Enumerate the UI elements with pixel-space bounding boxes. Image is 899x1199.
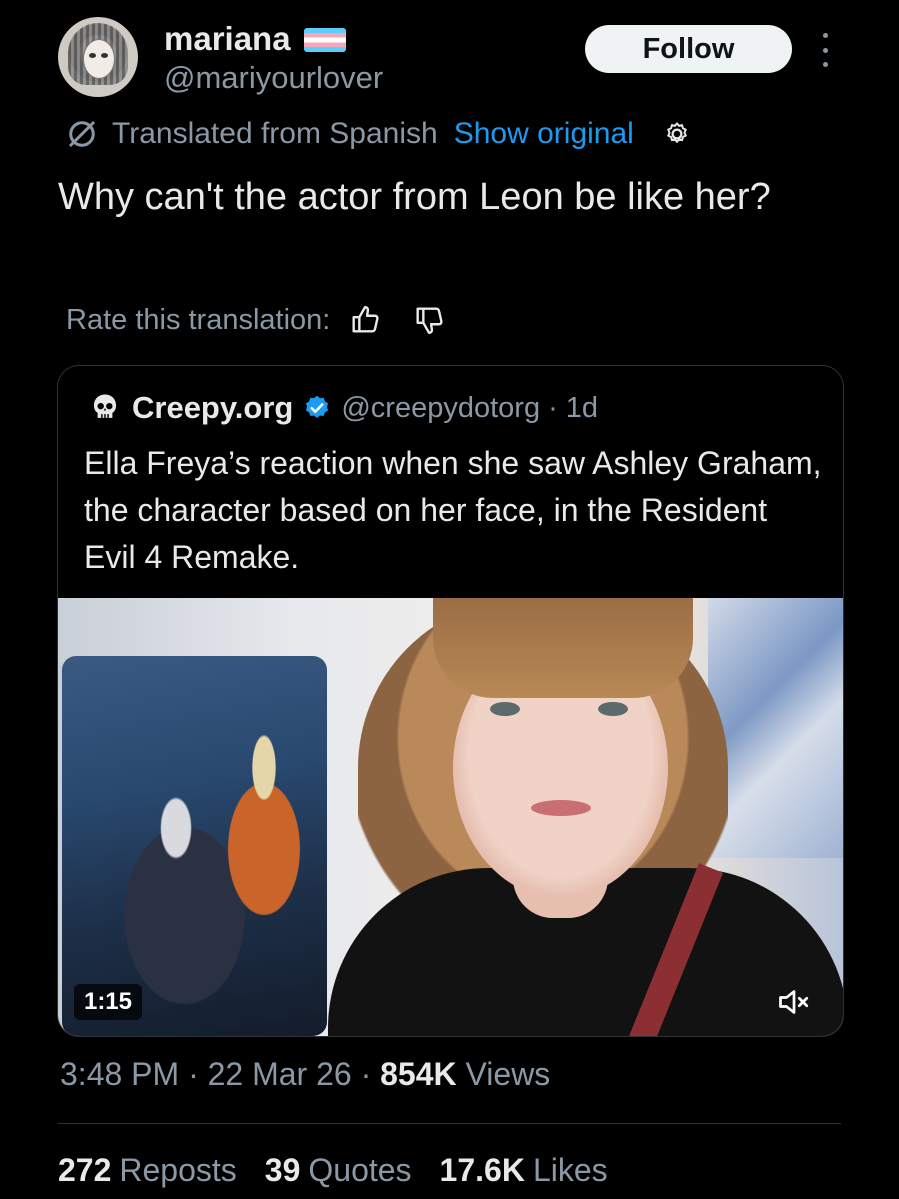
- skull-icon: [93, 394, 117, 418]
- wall-poster: [708, 598, 843, 858]
- tweet-text: Why can't the actor from Leon be like he…: [58, 176, 771, 218]
- video-duration: 1:15: [74, 984, 142, 1020]
- gear-icon[interactable]: [662, 119, 692, 149]
- tweet-meta: 3:48 PM · 22 Mar 26 · 854K Views: [60, 1056, 550, 1093]
- translation-bar: Translated from Spanish Show original: [64, 114, 692, 154]
- likes-label: Likes: [532, 1152, 608, 1188]
- trans-flag-icon: [304, 28, 346, 52]
- reposts-stat[interactable]: 272 Reposts: [58, 1152, 237, 1189]
- person-eye: [490, 702, 520, 716]
- muted-speaker-icon[interactable]: [776, 984, 812, 1020]
- rate-translation: Rate this translation:: [66, 300, 446, 340]
- user-handle[interactable]: @mariyourlover: [164, 60, 383, 96]
- quoted-tweet-card[interactable]: Creepy.org @creepydotorg · 1d Ella Freya…: [57, 365, 844, 1037]
- avatar-eye: [101, 53, 108, 58]
- rate-label: Rate this translation:: [66, 303, 331, 336]
- separator-dot: ·: [360, 1056, 372, 1092]
- engagement-stats: 272 Reposts 39 Quotes 17.6K Likes: [58, 1152, 636, 1189]
- quoted-handle[interactable]: @creepydotorg: [341, 392, 540, 425]
- avatar[interactable]: [58, 17, 138, 97]
- video-player[interactable]: 1:15: [58, 598, 843, 1036]
- separator-dot: ·: [188, 1056, 199, 1092]
- translate-icon: [68, 120, 96, 148]
- quotes-label: Quotes: [308, 1152, 412, 1188]
- follow-button[interactable]: Follow: [585, 25, 792, 73]
- tweet-time[interactable]: 3:48 PM: [60, 1056, 179, 1092]
- avatar-face: [83, 39, 115, 79]
- show-original-link[interactable]: Show original: [454, 117, 634, 151]
- avatar-eye: [89, 53, 96, 58]
- thumbs-up-icon[interactable]: [348, 303, 382, 337]
- person-lips: [531, 800, 591, 816]
- likes-count: 17.6K: [439, 1152, 525, 1188]
- quoted-tweet-header: Creepy.org @creepydotorg · 1d: [90, 388, 598, 428]
- ashley-figure: [198, 728, 318, 948]
- person-bangs: [433, 598, 693, 698]
- translated-label: Translated from Spanish: [112, 117, 438, 150]
- person-eye: [598, 702, 628, 716]
- views-count: 854K: [380, 1056, 457, 1092]
- reposts-label: Reposts: [119, 1152, 237, 1188]
- verified-badge-icon: [306, 395, 329, 418]
- views-label: Views: [465, 1056, 551, 1092]
- separator-dot: ·: [548, 391, 558, 424]
- reposts-count: 272: [58, 1152, 112, 1188]
- display-name[interactable]: mariana: [164, 20, 291, 58]
- quotes-count: 39: [264, 1152, 301, 1188]
- quotes-stat[interactable]: 39 Quotes: [265, 1152, 412, 1189]
- likes-stat[interactable]: 17.6K Likes: [440, 1152, 608, 1189]
- tweet-date[interactable]: 22 Mar 26: [208, 1056, 352, 1092]
- quoted-display-name[interactable]: Creepy.org: [132, 390, 293, 426]
- quoted-timestamp[interactable]: 1d: [566, 392, 598, 425]
- thumbs-down-icon[interactable]: [412, 303, 446, 337]
- more-options-icon[interactable]: [814, 33, 836, 67]
- divider: [58, 1123, 841, 1124]
- quoted-tweet-text: Ella Freya’s reaction when she saw Ashle…: [84, 445, 822, 575]
